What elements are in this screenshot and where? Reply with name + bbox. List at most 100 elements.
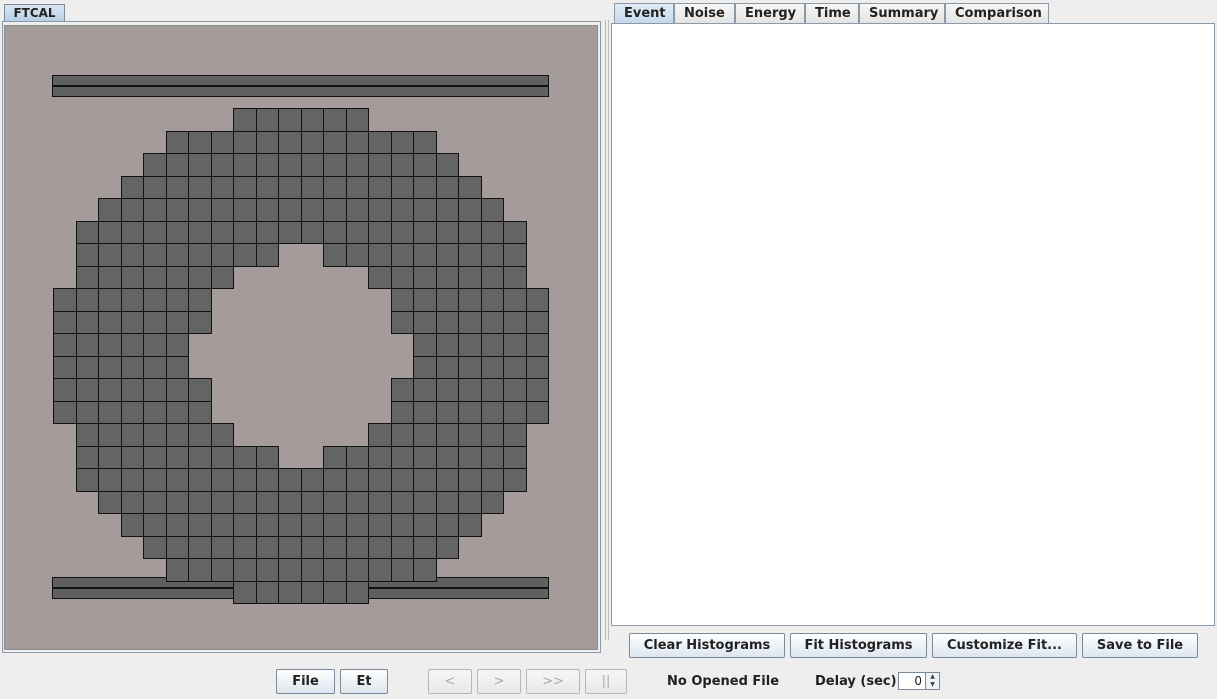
- crystal-cell[interactable]: [120, 355, 144, 379]
- crystal-cell[interactable]: [503, 310, 527, 334]
- crystal-cell[interactable]: [98, 333, 122, 357]
- crystal-cell[interactable]: [53, 400, 77, 424]
- crystal-cell[interactable]: [435, 288, 459, 312]
- crystal-cell[interactable]: [525, 333, 549, 357]
- crystal-cell[interactable]: [435, 535, 459, 559]
- crystal-cell[interactable]: [345, 535, 369, 559]
- crystal-cell[interactable]: [233, 445, 257, 469]
- crystal-cell[interactable]: [368, 198, 392, 222]
- crystal-cell[interactable]: [503, 445, 527, 469]
- crystal-cell[interactable]: [165, 378, 189, 402]
- crystal-cell[interactable]: [480, 355, 504, 379]
- crystal-cell[interactable]: [143, 400, 167, 424]
- crystal-cell[interactable]: [503, 220, 527, 244]
- crystal-cell[interactable]: [98, 355, 122, 379]
- save-to-file-button[interactable]: Save to File: [1082, 633, 1198, 658]
- crystal-cell[interactable]: [143, 355, 167, 379]
- crystal-cell[interactable]: [390, 513, 414, 537]
- crystal-cell[interactable]: [503, 378, 527, 402]
- crystal-cell[interactable]: [188, 310, 212, 334]
- crystal-cell[interactable]: [120, 445, 144, 469]
- crystal-cell[interactable]: [75, 378, 99, 402]
- crystal-cell[interactable]: [143, 513, 167, 537]
- crystal-cell[interactable]: [75, 288, 99, 312]
- crystal-cell[interactable]: [98, 310, 122, 334]
- crystal-cell[interactable]: [323, 243, 347, 267]
- crystal-cell[interactable]: [75, 333, 99, 357]
- crystal-cell[interactable]: [435, 153, 459, 177]
- crystal-cell[interactable]: [233, 220, 257, 244]
- crystal-cell[interactable]: [390, 378, 414, 402]
- delay-value[interactable]: 0: [914, 673, 922, 689]
- tab-comparison[interactable]: Comparison: [945, 3, 1049, 23]
- crystal-cell[interactable]: [75, 243, 99, 267]
- crystal-cell[interactable]: [233, 535, 257, 559]
- crystal-cell[interactable]: [413, 198, 437, 222]
- crystal-cell[interactable]: [98, 423, 122, 447]
- crystal-cell[interactable]: [188, 175, 212, 199]
- crystal-cell[interactable]: [188, 243, 212, 267]
- crystal-cell[interactable]: [300, 108, 324, 132]
- crystal-cell[interactable]: [75, 265, 99, 289]
- crystal-cell[interactable]: [143, 535, 167, 559]
- crystal-cell[interactable]: [210, 423, 234, 447]
- crystal-cell[interactable]: [390, 288, 414, 312]
- crystal-cell[interactable]: [458, 288, 482, 312]
- crystal-cell[interactable]: [75, 468, 99, 492]
- crystal-cell[interactable]: [480, 198, 504, 222]
- crystal-cell[interactable]: [300, 175, 324, 199]
- crystal-cell[interactable]: [525, 355, 549, 379]
- crystal-cell[interactable]: [233, 558, 257, 582]
- crystal-cell[interactable]: [278, 198, 302, 222]
- crystal-cell[interactable]: [435, 198, 459, 222]
- crystal-cell[interactable]: [413, 535, 437, 559]
- crystal-cell[interactable]: [165, 220, 189, 244]
- crystal-cell[interactable]: [435, 355, 459, 379]
- crystal-cell[interactable]: [143, 333, 167, 357]
- crystal-cell[interactable]: [188, 153, 212, 177]
- crystal-cell[interactable]: [458, 175, 482, 199]
- crystal-cell[interactable]: [188, 378, 212, 402]
- crystal-cell[interactable]: [480, 220, 504, 244]
- spinner-arrows[interactable]: ▲ ▼: [925, 673, 939, 689]
- crystal-cell[interactable]: [503, 400, 527, 424]
- crystal-cell[interactable]: [75, 355, 99, 379]
- crystal-cell[interactable]: [165, 288, 189, 312]
- crystal-cell[interactable]: [255, 580, 279, 604]
- crystal-cell[interactable]: [188, 130, 212, 154]
- crystal-cell[interactable]: [98, 288, 122, 312]
- crystal-cell[interactable]: [413, 355, 437, 379]
- crystal-cell[interactable]: [120, 310, 144, 334]
- crystal-cell[interactable]: [165, 355, 189, 379]
- crystal-cell[interactable]: [165, 513, 189, 537]
- crystal-cell[interactable]: [120, 378, 144, 402]
- crystal-cell[interactable]: [255, 175, 279, 199]
- crystal-cell[interactable]: [368, 423, 392, 447]
- crystal-cell[interactable]: [53, 310, 77, 334]
- crystal-cell[interactable]: [278, 468, 302, 492]
- crystal-cell[interactable]: [323, 130, 347, 154]
- crystal-cell[interactable]: [165, 198, 189, 222]
- crystal-cell[interactable]: [390, 265, 414, 289]
- crystal-cell[interactable]: [210, 175, 234, 199]
- crystal-cell[interactable]: [300, 130, 324, 154]
- crystal-cell[interactable]: [165, 153, 189, 177]
- crystal-cell[interactable]: [98, 243, 122, 267]
- crystal-cell[interactable]: [233, 243, 257, 267]
- crystal-cell[interactable]: [75, 423, 99, 447]
- crystal-cell[interactable]: [390, 400, 414, 424]
- crystal-cell[interactable]: [525, 378, 549, 402]
- crystal-cell[interactable]: [233, 580, 257, 604]
- crystal-cell[interactable]: [435, 400, 459, 424]
- crystal-cell[interactable]: [435, 378, 459, 402]
- crystal-cell[interactable]: [233, 108, 257, 132]
- crystal-cell[interactable]: [75, 400, 99, 424]
- crystal-cell[interactable]: [278, 175, 302, 199]
- crystal-cell[interactable]: [188, 423, 212, 447]
- crystal-cell[interactable]: [345, 198, 369, 222]
- crystal-cell[interactable]: [188, 513, 212, 537]
- crystal-cell[interactable]: [323, 513, 347, 537]
- crystal-cell[interactable]: [323, 580, 347, 604]
- crystal-cell[interactable]: [300, 468, 324, 492]
- crystal-cell[interactable]: [300, 490, 324, 514]
